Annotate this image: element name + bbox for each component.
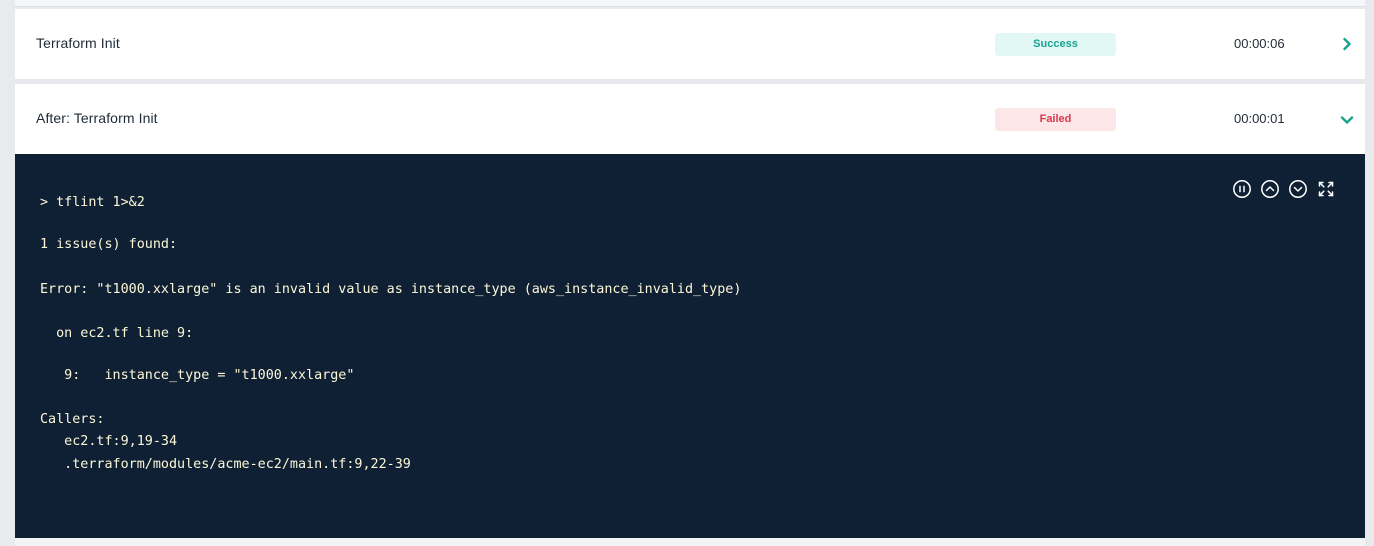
log-line: on ec2.tf line 9: [40,326,194,341]
status-badge: Failed [995,108,1116,131]
log-line: > tflint 1>&2 [40,195,145,210]
console-output[interactable]: > tflint 1>&2 1 issue(s) found: Error: "… [15,154,1365,538]
scroll-up-icon[interactable] [1260,179,1280,199]
step-row-after-terraform-init[interactable]: After: Terraform Init Failed 00:00:01 [15,84,1365,154]
chevron-right-icon[interactable] [1339,36,1355,52]
log-line: ec2.tf:9,19-34 [40,434,178,449]
step-duration: 00:00:01 [1234,111,1285,126]
step-name: After: Terraform Init [36,110,158,126]
log-line: 9: instance_type = "t1000.xxlarge" [40,368,355,383]
step-duration: 00:00:06 [1234,36,1285,51]
pause-icon[interactable] [1232,179,1252,199]
log-line: Callers: [40,412,105,427]
console-controls [1232,179,1336,199]
log-line: .terraform/modules/acme-ec2/main.tf:9,22… [40,457,411,472]
log-line: 1 issue(s) found: [40,237,178,252]
pipeline-steps-panel: Terraform Init Success 00:00:06 After: T… [15,0,1365,546]
log-line: Error: "t1000.xxlarge" is an invalid val… [40,282,742,297]
step-row-terraform-init[interactable]: Terraform Init Success 00:00:06 [15,9,1365,79]
status-badge: Success [995,33,1116,56]
previous-row-edge [15,0,1365,7]
step-name: Terraform Init [36,35,120,51]
chevron-down-icon[interactable] [1339,112,1355,128]
next-row-edge [15,538,1365,546]
scroll-down-icon[interactable] [1288,179,1308,199]
expand-icon[interactable] [1316,179,1336,199]
